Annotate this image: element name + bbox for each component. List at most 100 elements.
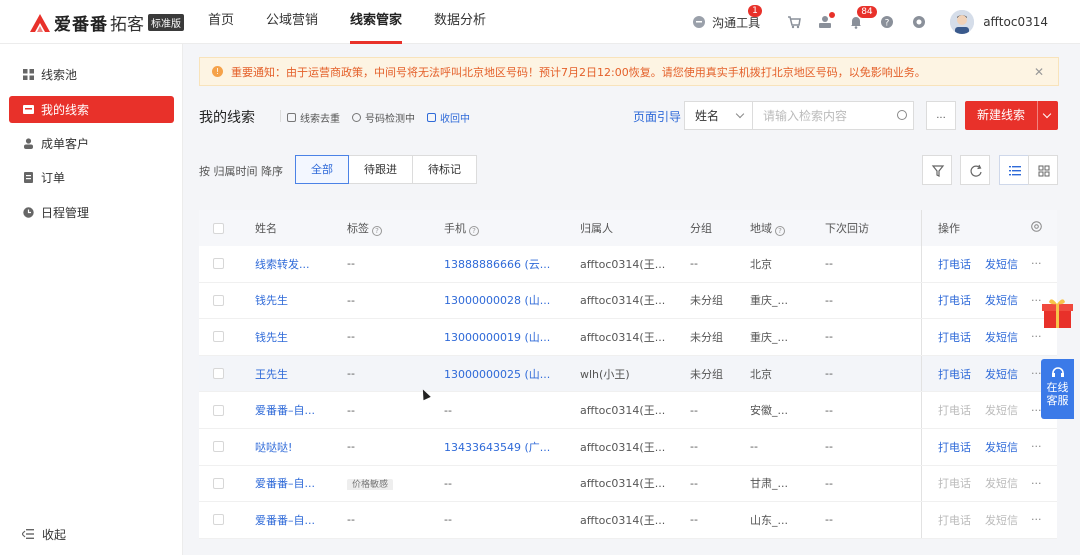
number-check-link[interactable]: 号码检测中	[352, 110, 415, 125]
online-service-button[interactable]: 在线 客服	[1041, 359, 1074, 419]
tab-to-follow[interactable]: 待跟进	[348, 155, 413, 184]
sms-button[interactable]: 发短信	[985, 292, 1018, 308]
table-row[interactable]: 哒哒哒! -- 13433643549 (广... afftoc0314(王..…	[199, 428, 1057, 466]
brand-logo[interactable]: 爱番番 拓客 标准版	[28, 10, 184, 35]
row-checkbox[interactable]	[213, 294, 224, 306]
sms-button[interactable]: 发短信	[985, 439, 1018, 455]
cell-phone[interactable]: 13888886666 (云...	[444, 256, 550, 272]
sidebar-item-my-leads[interactable]: 我的线索	[9, 96, 174, 123]
call-button[interactable]: 打电话	[938, 366, 971, 382]
call-button[interactable]: 打电话	[938, 512, 971, 528]
search-icon[interactable]	[897, 110, 907, 120]
more-ops-button[interactable]: ···	[1031, 440, 1042, 453]
more-ops-button[interactable]: ···	[1031, 367, 1042, 380]
row-checkbox[interactable]	[213, 258, 224, 270]
team-button[interactable]	[818, 12, 836, 29]
call-button[interactable]: 打电话	[938, 329, 971, 345]
row-checkbox[interactable]	[213, 441, 224, 453]
cart-button[interactable]	[787, 15, 802, 29]
search-input[interactable]	[753, 102, 913, 129]
more-ops-button[interactable]: ···	[1031, 294, 1042, 307]
table-row[interactable]: 王先生 -- 13000000025 (山... wlh(小王) 未分组 北京 …	[199, 355, 1057, 393]
sms-button[interactable]: 发短信	[985, 402, 1018, 418]
cell-name[interactable]: 哒哒哒!	[255, 439, 292, 455]
tab-to-mark[interactable]: 待标记	[412, 155, 477, 184]
recall-link[interactable]: 收回中	[427, 110, 470, 125]
row-checkbox[interactable]	[213, 477, 224, 489]
nav-home[interactable]: 首页	[208, 0, 234, 44]
table-row[interactable]: 线索转发... -- 13888886666 (云... afftoc0314(…	[199, 246, 1057, 283]
more-button[interactable]: ...	[926, 101, 956, 130]
sms-button[interactable]: 发短信	[985, 256, 1018, 272]
new-lead-dropdown[interactable]	[1038, 101, 1058, 130]
call-button[interactable]: 打电话	[938, 402, 971, 418]
sort-label[interactable]: 按 归属时间 降序	[199, 163, 283, 179]
cell-name[interactable]: 钱先生	[255, 329, 288, 345]
comm-tool-button[interactable]: 沟通工具 1	[692, 4, 762, 31]
call-button[interactable]: 打电话	[938, 256, 971, 272]
row-checkbox[interactable]	[213, 368, 224, 380]
row-checkbox[interactable]	[213, 331, 224, 343]
call-button[interactable]: 打电话	[938, 439, 971, 455]
nav-lead-manager[interactable]: 线索管家	[350, 0, 403, 44]
cell-name[interactable]: 爱番番–自...	[255, 402, 315, 418]
call-button[interactable]: 打电话	[938, 292, 971, 308]
more-ops-button[interactable]: ···	[1031, 404, 1042, 417]
col-owner[interactable]: 归属人	[580, 220, 613, 236]
tab-all[interactable]: 全部	[295, 155, 349, 184]
cell-name[interactable]: 王先生	[255, 366, 288, 382]
cell-phone[interactable]: 13000000028 (山...	[444, 292, 550, 308]
more-ops-button[interactable]: ···	[1031, 477, 1042, 490]
sms-button[interactable]: 发短信	[985, 366, 1018, 382]
help-icon[interactable]: ?	[372, 226, 382, 236]
notification-button[interactable]: 84	[849, 6, 877, 29]
column-settings-icon[interactable]	[1031, 221, 1042, 235]
cell-name[interactable]: 线索转发...	[255, 256, 310, 272]
more-ops-button[interactable]: ···	[1031, 513, 1042, 526]
table-row[interactable]: 钱先生 -- 13000000028 (山... afftoc0314(王...…	[199, 282, 1057, 320]
call-button[interactable]: 打电话	[938, 475, 971, 491]
cell-phone[interactable]: 13433643549 (广...	[444, 439, 550, 455]
table-row[interactable]: 钱先生 -- 13000000019 (山... afftoc0314(王...…	[199, 319, 1057, 356]
cell-phone[interactable]: 13000000019 (山...	[444, 329, 550, 345]
col-group[interactable]: 分组	[690, 220, 712, 236]
list-view-button[interactable]	[999, 155, 1029, 185]
col-name[interactable]: 姓名	[255, 220, 277, 236]
cell-phone[interactable]: 13000000025 (山...	[444, 366, 550, 382]
page-guide-link[interactable]: 页面引导	[633, 108, 681, 125]
filter-button[interactable]	[922, 155, 952, 185]
refresh-button[interactable]	[960, 155, 990, 185]
help-icon[interactable]: ?	[469, 226, 479, 236]
sidebar-item-customers[interactable]: 成单客户	[9, 130, 174, 157]
new-lead-button[interactable]: 新建线索	[965, 101, 1058, 130]
collapse-button[interactable]: 收起	[21, 526, 66, 543]
dedupe-link[interactable]: 线索去重	[287, 110, 340, 125]
cell-name[interactable]: 爱番番–自...	[255, 512, 315, 528]
search-field-select[interactable]: 姓名	[685, 102, 753, 129]
col-next-visit[interactable]: 下次回访	[825, 220, 869, 236]
sidebar-item-orders[interactable]: 订单	[9, 164, 174, 191]
more-ops-button[interactable]: ···	[1031, 257, 1042, 270]
avatar[interactable]	[950, 10, 975, 34]
sidebar-item-schedule[interactable]: 日程管理	[9, 199, 174, 226]
username[interactable]: afftoc0314	[983, 15, 1048, 29]
help-icon[interactable]: ?	[775, 226, 785, 236]
table-row[interactable]: 爱番番–自... -- -- afftoc0314(王... -- 山东_...…	[199, 502, 1057, 539]
sms-button[interactable]: 发短信	[985, 329, 1018, 345]
sidebar-item-lead-pool[interactable]: 线索池	[9, 61, 174, 88]
help-button[interactable]: ?	[880, 15, 894, 29]
cell-name[interactable]: 爱番番–自...	[255, 475, 315, 491]
close-icon[interactable]: ✕	[1034, 65, 1044, 79]
more-ops-button[interactable]: ···	[1031, 330, 1042, 343]
card-view-button[interactable]	[1028, 155, 1058, 185]
table-row[interactable]: 爱番番–自... 价格敏感 -- afftoc0314(王... -- 甘肃_.…	[199, 465, 1057, 503]
settings-button[interactable]	[912, 15, 926, 29]
table-row[interactable]: 爱番番–自... -- -- afftoc0314(王... -- 安徽_...…	[199, 392, 1057, 429]
row-checkbox[interactable]	[213, 404, 224, 416]
sms-button[interactable]: 发短信	[985, 512, 1018, 528]
nav-data-analysis[interactable]: 数据分析	[434, 0, 486, 44]
cell-name[interactable]: 钱先生	[255, 292, 288, 308]
row-checkbox[interactable]	[213, 514, 224, 526]
sms-button[interactable]: 发短信	[985, 475, 1018, 491]
nav-public-marketing[interactable]: 公域营销	[266, 0, 318, 44]
